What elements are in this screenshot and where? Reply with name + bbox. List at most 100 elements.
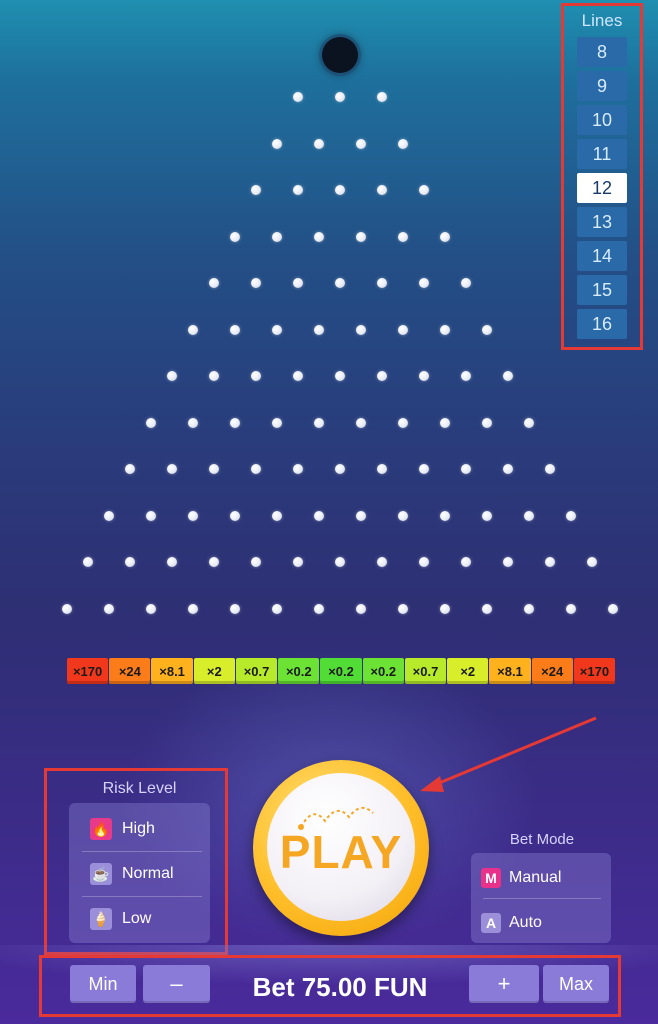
peg [314,231,324,242]
multiplier-slot: ×2 [193,658,235,684]
peg [167,371,177,381]
peg [377,371,387,381]
peg [272,138,282,149]
multiplier-slot: ×8.1 [489,658,531,684]
multiplier-slot: ×0.2 [320,658,362,684]
lines-option-8[interactable]: 8 [577,37,627,67]
multiplier-row: ×170 ×24 ×8.1 ×2 ×0.7 ×0.2 ×0.2 ×0.2 ×0.7 ×2 ×8.1 ×… [67,658,616,684]
peg [482,510,492,521]
peg [293,464,303,474]
peg [209,557,219,567]
peg [188,417,198,428]
peg [461,557,471,567]
peg [356,510,366,521]
peg [377,557,387,567]
peg [503,371,513,381]
peg [314,603,324,614]
peg [356,417,366,428]
peg [503,557,513,567]
peg [356,324,366,335]
bet-mode-auto-option[interactable]: A Auto [481,908,542,938]
manual-label: Manual [509,869,562,886]
peg [398,231,408,242]
peg [545,557,555,567]
peg [230,324,240,335]
peg [83,557,93,567]
multiplier-slot: ×2 [447,658,489,684]
peg [545,464,555,474]
peg [251,371,261,381]
auto-label: Auto [509,914,542,931]
peg [398,138,408,149]
peg [440,603,450,614]
peg [125,557,135,567]
peg [398,510,408,521]
auto-badge-icon: A [481,913,501,933]
lines-option-12[interactable]: 12 [577,173,627,203]
peg [188,324,198,335]
lines-option-15[interactable]: 15 [577,275,627,305]
peg [335,464,345,474]
peg [482,324,492,335]
multiplier-slot: ×0.2 [362,658,404,684]
peg [398,603,408,614]
peg [356,603,366,614]
play-button[interactable]: PLAY [267,773,415,921]
multiplier-slot: ×170 [573,658,616,684]
lines-option-9[interactable]: 9 [577,71,627,101]
peg [272,231,282,242]
peg [251,464,261,474]
peg [419,278,429,288]
lines-option-11[interactable]: 11 [577,139,627,169]
peg [188,603,198,614]
peg [293,92,303,102]
peg [293,185,303,195]
lines-option-10[interactable]: 10 [577,105,627,135]
lines-option-16[interactable]: 16 [577,309,627,339]
peg [293,278,303,288]
bet-mode-divider [483,898,601,899]
peg [566,510,576,521]
multiplier-slot: ×8.1 [151,658,193,684]
bet-mode-manual-option[interactable]: M Manual [481,863,561,893]
peg [335,92,345,102]
peg [461,278,471,288]
peg [335,278,345,288]
peg [272,510,282,521]
peg [209,371,219,381]
lines-list: 8 9 10 11 12 13 14 15 16 [564,37,640,339]
multiplier-slot: ×0.7 [404,658,447,684]
peg [440,417,450,428]
peg [419,464,429,474]
bet-highlight-box [39,955,621,1017]
peg [272,324,282,335]
multiplier-slot: ×24 [109,658,151,684]
peg [314,417,324,428]
lines-selector: Lines 8 9 10 11 12 13 14 15 16 [561,3,643,350]
peg [482,417,492,428]
plinko-board [0,0,658,650]
peg [566,603,576,614]
peg [251,278,261,288]
multiplier-slot: ×24 [531,658,573,684]
peg [377,464,387,474]
peg [335,557,345,567]
multiplier-slot: ×170 [67,658,109,684]
peg [251,557,261,567]
peg [314,138,324,149]
peg [356,231,366,242]
peg [524,510,534,521]
lines-option-14[interactable]: 14 [577,241,627,271]
peg [125,464,135,474]
peg [398,324,408,335]
peg [587,557,597,567]
lines-option-13[interactable]: 13 [577,207,627,237]
peg [167,557,177,567]
peg [377,92,387,102]
peg [146,417,156,428]
bet-mode-title: Bet Mode [509,831,575,848]
peg [419,557,429,567]
peg [251,185,261,195]
peg [440,324,450,335]
peg [230,510,240,521]
